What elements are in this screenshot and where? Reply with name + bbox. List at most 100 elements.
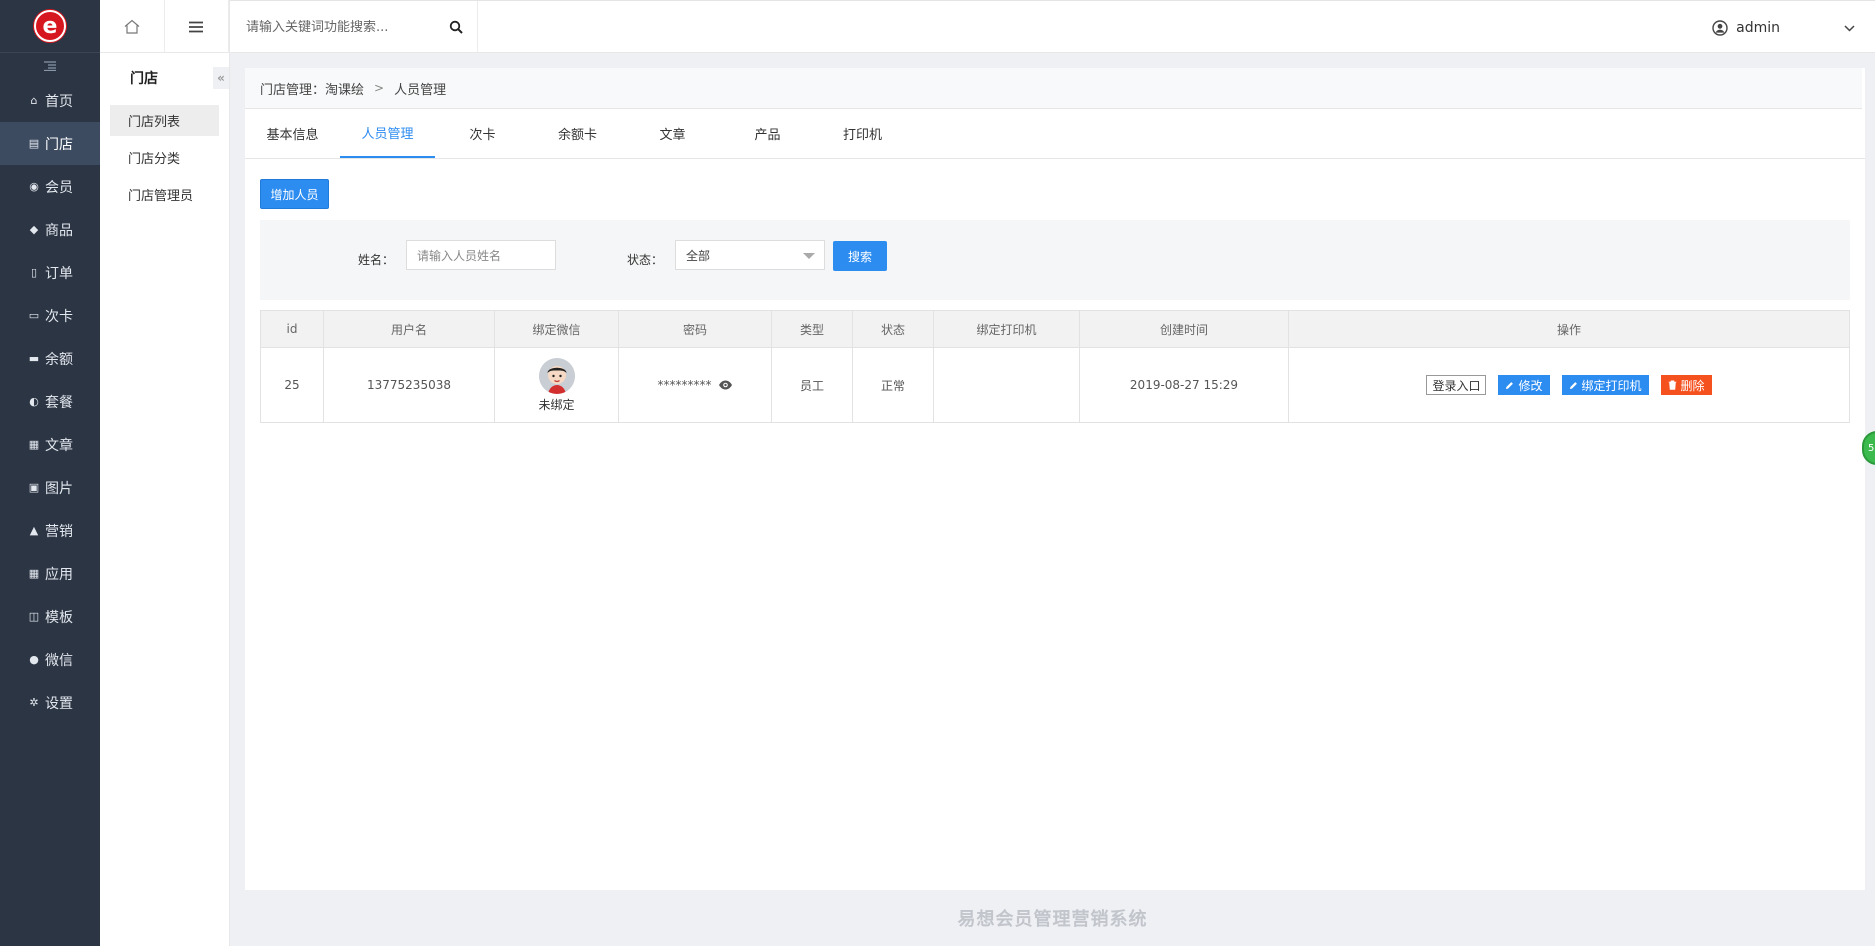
sidebar-item-label: 营销 — [45, 523, 73, 540]
sidebar-item-8[interactable]: ▦ 文章 — [0, 423, 100, 466]
sidebar-item-4[interactable]: ▯ 订单 — [0, 251, 100, 294]
sidebar-item-11[interactable]: ▦ 应用 — [0, 552, 100, 595]
sidebar-item-label: 次卡 — [45, 308, 73, 325]
staff-table: id 用户名 绑定微信 密码 类型 状态 绑定打印机 创建时间 操作 25 13… — [260, 310, 1850, 423]
tab-1[interactable]: 人员管理 — [340, 108, 435, 158]
name-field-placeholder: 请输入人员姓名 — [417, 248, 502, 263]
sidebar-item-label: 设置 — [45, 695, 73, 712]
sidebar-item-10[interactable]: ▲ 营销 — [0, 509, 100, 552]
sidebar-item-0[interactable]: ⌂ 首页 — [0, 79, 100, 122]
column-header: 创建时间 — [1079, 310, 1289, 348]
sidebar-item-7[interactable]: ◐ 套餐 — [0, 380, 100, 423]
list-indent-icon — [44, 61, 56, 71]
sidebar-item-6[interactable]: ▬ 余额 — [0, 337, 100, 380]
edit-button-label: 修改 — [1518, 378, 1543, 393]
delete-button[interactable]: 删除 — [1660, 375, 1712, 395]
apps-grid-icon: ▦ — [28, 567, 40, 580]
edit-button[interactable]: 修改 — [1498, 375, 1550, 395]
article-icon: ▦ — [28, 438, 40, 451]
sidebar-item-label: 商品 — [45, 222, 73, 239]
avatar — [538, 357, 575, 394]
delete-button-label: 删除 — [1680, 378, 1705, 393]
top-header: admin — [230, 0, 1875, 53]
submenu-collapse-button[interactable]: « — [213, 67, 229, 89]
cell-wechat: 未绑定 — [494, 347, 619, 423]
tab-5[interactable]: 产品 — [720, 108, 815, 158]
footer-brand-text: 易想会员管理营销系统 — [957, 909, 1148, 930]
balance-card-icon: ▬ — [28, 352, 40, 365]
cell-actions: 登录入口 修改 绑定打印机 删除 — [1288, 347, 1850, 423]
submenu-item-store-category[interactable]: 门店分类 — [110, 142, 219, 173]
sidebar-item-13[interactable]: ● 微信 — [0, 638, 100, 681]
gauge-icon: ◐ — [29, 395, 39, 408]
submenu-item-label: 门店分类 — [128, 152, 181, 167]
menu-toggle-button[interactable] — [165, 0, 229, 53]
name-label: 姓名： — [358, 253, 395, 267]
bind-printer-button[interactable]: 绑定打印机 — [1561, 375, 1649, 395]
password-mask: ********* — [657, 378, 712, 392]
image-icon: ▣ — [28, 481, 40, 494]
tab-6[interactable]: 打印机 — [815, 108, 910, 158]
bind-printer-button-label: 绑定打印机 — [1581, 378, 1642, 393]
order-doc-icon: ▯ — [30, 266, 38, 279]
user-menu[interactable]: admin — [1712, 1, 1855, 54]
brand-logo-icon: e — [34, 10, 66, 42]
cell-created: 2019-08-27 15:29 — [1079, 347, 1289, 423]
filter-bar: 姓名： 请输入人员姓名 状态： 全部 搜索 — [260, 220, 1850, 300]
home-button[interactable] — [100, 0, 165, 53]
sidebar-item-label: 余额 — [45, 351, 73, 368]
status-select[interactable]: 全部 — [675, 240, 825, 270]
home-icon: ⌂ — [30, 94, 38, 107]
breadcrumb-parent[interactable]: 门店管理：淘课绘 — [260, 79, 364, 98]
column-header: 用户名 — [323, 310, 495, 348]
sidebar-item-label: 门店 — [45, 136, 73, 153]
card-icon: ▭ — [28, 309, 40, 322]
sidebar-item-5[interactable]: ▭ 次卡 — [0, 294, 100, 337]
double-chevron-left-icon: « — [217, 71, 225, 85]
login-entry-button[interactable]: 登录入口 — [1426, 375, 1487, 395]
sidebar-collapse-toggle[interactable] — [0, 53, 100, 79]
sidebar-item-12[interactable]: ◫ 模板 — [0, 595, 100, 638]
chevron-down-icon — [1844, 21, 1855, 35]
sidebar-item-2[interactable]: ◉ 会员 — [0, 165, 100, 208]
logo[interactable]: e — [0, 0, 100, 53]
sidebar-item-1[interactable]: ▤ 门店 — [0, 122, 100, 165]
column-header: 密码 — [618, 310, 772, 348]
username: admin — [1736, 19, 1780, 36]
status-select-value: 全部 — [686, 248, 711, 263]
cell-status: 正常 — [852, 347, 934, 423]
submenu-item-store-list[interactable]: 门店列表 — [110, 105, 219, 136]
main-sidebar: e ⌂ 首页 ▤ 门店 ◉ 会员 ◆ 商品 ▯ 订单 ▭ 次卡 ▬ 余额 ◐ 套餐 ▦ 文章 ▣ 图片 ▲ 营销 ▦ 应用 ◫ 模… — [0, 0, 100, 946]
thumbs-up-icon: ▲ — [29, 524, 39, 537]
search-input[interactable] — [246, 19, 446, 35]
store-doc-icon: ▤ — [28, 137, 40, 150]
column-header: 绑定微信 — [494, 310, 619, 348]
global-search — [230, 1, 478, 53]
hamburger-icon — [189, 21, 204, 32]
tab-2[interactable]: 次卡 — [435, 108, 530, 158]
name-field[interactable]: 请输入人员姓名 — [406, 240, 556, 270]
status-label: 状态： — [627, 253, 664, 267]
sidebar-item-label: 文章 — [45, 437, 73, 454]
pencil-icon — [1569, 381, 1577, 389]
search-button[interactable]: 搜索 — [833, 241, 887, 271]
sidebar-item-14[interactable]: ✲ 设置 — [0, 681, 100, 724]
cell-type: 员工 — [771, 347, 853, 423]
tab-4[interactable]: 文章 — [625, 108, 720, 158]
column-header: 操作 — [1288, 310, 1850, 348]
column-header: 绑定打印机 — [933, 310, 1080, 348]
cell-id: 25 — [260, 347, 324, 423]
submenu-item-label: 门店列表 — [128, 115, 181, 130]
cell-printer — [933, 347, 1080, 423]
search-icon[interactable] — [449, 20, 463, 34]
add-staff-button[interactable]: 增加人员 — [260, 179, 329, 209]
sidebar-item-label: 微信 — [45, 652, 73, 669]
eye-icon[interactable] — [718, 380, 733, 390]
sidebar-item-9[interactable]: ▣ 图片 — [0, 466, 100, 509]
sidebar-item-3[interactable]: ◆ 商品 — [0, 208, 100, 251]
tab-3[interactable]: 余额卡 — [530, 108, 625, 158]
caret-down-icon — [803, 253, 815, 259]
tab-0[interactable]: 基本信息 — [245, 108, 340, 158]
submenu-item-store-admin[interactable]: 门店管理员 — [110, 179, 219, 210]
cell-username: 13775235038 — [323, 347, 495, 423]
